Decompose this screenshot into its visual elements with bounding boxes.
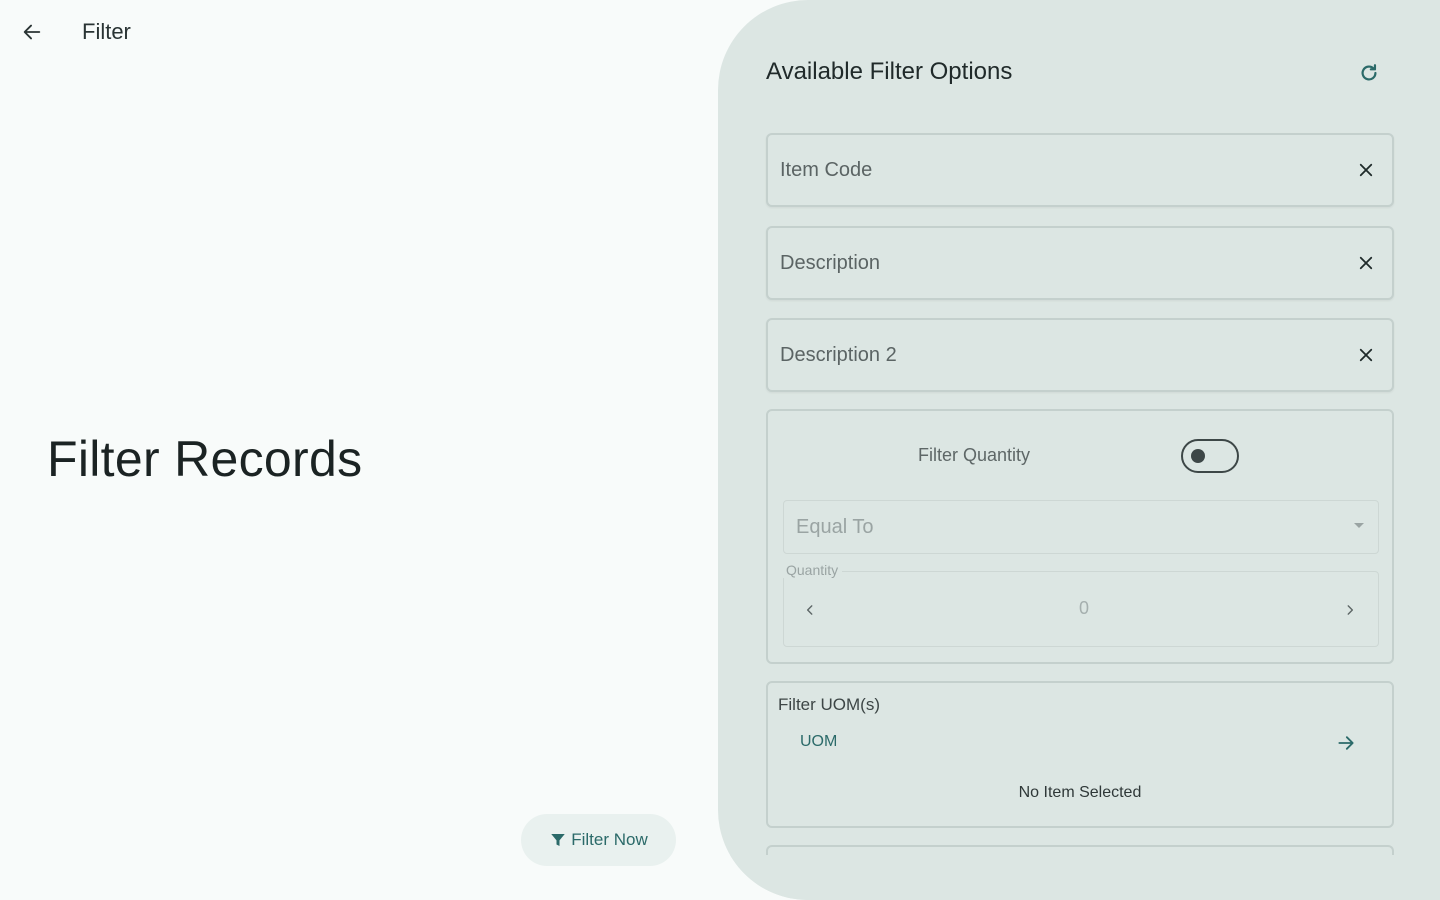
item-code-field[interactable]: Item Code: [766, 133, 1394, 207]
page-title: Filter: [82, 19, 131, 44]
quantity-stepper[interactable]: 0: [783, 571, 1379, 647]
refresh-button[interactable]: [1354, 58, 1384, 88]
panel-title: Available Filter Options: [766, 58, 1013, 85]
filter-now-label: Filter Now: [571, 830, 648, 849]
item-code-label: Item Code: [780, 159, 873, 181]
quantity-value: 0: [1078, 598, 1089, 618]
uom-filter-card: Filter UOM(s) UOM No Item Selected: [766, 681, 1394, 828]
caret-down-icon: [1354, 523, 1364, 528]
description-2-field[interactable]: Description 2: [766, 318, 1394, 392]
filter-options-panel: Available Filter Options Item Code Descr…: [718, 0, 1440, 900]
filter-quantity-toggle[interactable]: [1181, 439, 1239, 473]
arrow-right-icon: [1338, 736, 1354, 750]
description-label: Description: [780, 252, 881, 274]
quantity-filter-card: Filter Quantity Equal To 0 Quantity: [766, 409, 1394, 664]
description-2-label: Description 2: [780, 344, 897, 366]
close-icon: [1359, 348, 1373, 362]
description-clear-button[interactable]: [1354, 251, 1378, 275]
description-field[interactable]: Description: [766, 226, 1394, 300]
filter-records-heading: Filter Records: [47, 431, 363, 487]
refresh-icon: [1361, 64, 1377, 81]
uom-arrow-button[interactable]: [1334, 731, 1358, 755]
item-code-clear-button[interactable]: [1354, 158, 1378, 182]
decrement-button[interactable]: [798, 598, 822, 622]
panel-bottom: [718, 855, 1440, 900]
description-2-clear-button[interactable]: [1354, 343, 1378, 367]
arrow-left-icon: [23, 24, 41, 40]
filter-now-button[interactable]: Filter Now: [521, 814, 676, 866]
close-icon: [1359, 163, 1373, 177]
back-button[interactable]: [14, 16, 50, 48]
uom-filter-title: Filter UOM(s): [778, 695, 880, 714]
operator-value: Equal To: [796, 516, 874, 538]
funnel-icon: [551, 834, 565, 846]
uom-label: UOM: [800, 733, 838, 750]
quantity-operator-select[interactable]: Equal To: [783, 500, 1379, 554]
quantity-label: Quantity: [782, 562, 843, 578]
close-icon: [1359, 256, 1373, 270]
uom-select-row[interactable]: UOM: [768, 723, 1392, 763]
chevron-left-icon: [806, 605, 813, 615]
filter-quantity-label: Filter Quantity: [918, 445, 1031, 465]
top-app-bar: Filter: [0, 0, 700, 64]
increment-button[interactable]: [1338, 598, 1362, 622]
chevron-right-icon: [1347, 605, 1354, 615]
toggle-knob: [1191, 449, 1205, 463]
uom-status-text: No Item Selected: [1018, 784, 1142, 801]
